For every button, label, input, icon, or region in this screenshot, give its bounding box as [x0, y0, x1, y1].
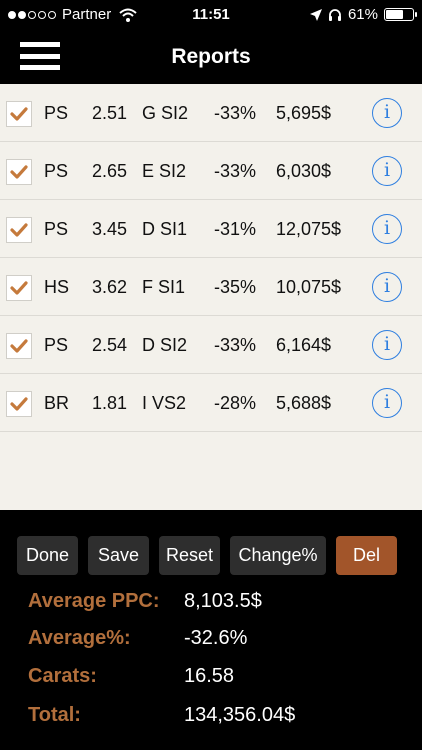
- row-checkbox[interactable]: [6, 217, 32, 243]
- checkmark-icon: [10, 107, 28, 121]
- report-row: PS 3.45 D SI1 -31% 12,075$ i: [0, 200, 422, 258]
- report-list: PS 2.51 G SI2 -33% 5,695$ i PS 2.65 E SI…: [0, 84, 422, 510]
- row-checkbox[interactable]: [6, 391, 32, 417]
- row-checkbox[interactable]: [6, 101, 32, 127]
- checkmark-icon: [10, 281, 28, 295]
- checkmark-icon: [10, 397, 28, 411]
- save-button[interactable]: Save: [88, 536, 149, 575]
- total-value: 134,356.04$: [184, 704, 296, 726]
- grade-cell: G SI2: [142, 103, 189, 123]
- checkmark-icon: [10, 223, 28, 237]
- hamburger-menu-icon[interactable]: [20, 40, 60, 72]
- grade-cell: F SI1: [142, 277, 186, 297]
- checkmark-icon: [10, 165, 28, 179]
- price-cell: 5,688$: [276, 393, 332, 413]
- carat-cell: 2.51: [92, 103, 128, 123]
- done-button[interactable]: Done: [17, 536, 78, 575]
- row-checkbox[interactable]: [6, 159, 32, 185]
- carat-cell: 1.81: [92, 393, 128, 413]
- change-percent-button[interactable]: Change%: [230, 536, 326, 575]
- info-icon[interactable]: i: [372, 214, 402, 244]
- grade-cell: E SI2: [142, 161, 187, 181]
- grade-cell: D SI2: [142, 335, 188, 355]
- carats-label: Carats:: [28, 665, 97, 687]
- price-cell: 5,695$: [276, 103, 332, 123]
- row-checkbox[interactable]: [6, 275, 32, 301]
- percent-cell: -33%: [214, 335, 257, 355]
- price-cell: 10,075$: [276, 277, 342, 297]
- info-icon[interactable]: i: [372, 330, 402, 360]
- carat-cell: 3.45: [92, 219, 128, 239]
- carat-cell: 2.65: [92, 161, 128, 181]
- shape-cell: PS: [44, 335, 69, 355]
- average-percent-value: -32.6%: [184, 627, 248, 649]
- shape-cell: PS: [44, 161, 69, 181]
- row-checkbox[interactable]: [6, 333, 32, 359]
- carats-value: 16.58: [184, 665, 235, 687]
- report-row: BR 1.81 I VS2 -28% 5,688$ i: [0, 374, 422, 432]
- summary-panel: Done Save Reset Change% Del Average PPC:…: [0, 510, 422, 750]
- average-percent-label: Average%:: [28, 627, 131, 649]
- percent-cell: -28%: [214, 393, 257, 413]
- total-label: Total:: [28, 704, 81, 726]
- shape-cell: PS: [44, 103, 69, 123]
- checkmark-icon: [10, 339, 28, 353]
- shape-cell: BR: [44, 393, 70, 413]
- info-icon[interactable]: i: [372, 272, 402, 302]
- price-cell: 12,075$: [276, 219, 342, 239]
- report-row: PS 2.54 D SI2 -33% 6,164$ i: [0, 316, 422, 374]
- grade-cell: I VS2: [142, 393, 187, 413]
- carat-cell: 3.62: [92, 277, 128, 297]
- headphones-icon: [328, 8, 341, 21]
- average-ppc-value: 8,103.5$: [184, 590, 262, 612]
- percent-cell: -33%: [214, 103, 257, 123]
- report-row: PS 2.51 G SI2 -33% 5,695$ i: [0, 84, 422, 142]
- report-row: HS 3.62 F SI1 -35% 10,075$ i: [0, 258, 422, 316]
- battery-percent: 61%: [347, 6, 378, 23]
- status-bar: Partner 11:51 61%: [0, 0, 422, 30]
- percent-cell: -33%: [214, 161, 257, 181]
- status-right: 61%: [309, 6, 417, 23]
- nav-bar: Reports: [0, 30, 422, 84]
- carat-cell: 2.54: [92, 335, 128, 355]
- report-row: PS 2.65 E SI2 -33% 6,030$ i: [0, 142, 422, 200]
- shape-cell: PS: [44, 219, 69, 239]
- grade-cell: D SI1: [142, 219, 188, 239]
- delete-button[interactable]: Del: [336, 536, 397, 575]
- shape-cell: HS: [44, 277, 70, 297]
- info-icon[interactable]: i: [372, 156, 402, 186]
- battery-icon: [384, 8, 417, 21]
- percent-cell: -31%: [214, 219, 257, 239]
- percent-cell: -35%: [214, 277, 257, 297]
- info-icon[interactable]: i: [372, 98, 402, 128]
- price-cell: 6,164$: [276, 335, 332, 355]
- average-ppc-label: Average PPC:: [28, 590, 160, 612]
- price-cell: 6,030$: [276, 161, 332, 181]
- reset-button[interactable]: Reset: [159, 536, 220, 575]
- page-title: Reports: [171, 45, 251, 68]
- location-arrow-icon: [309, 8, 322, 21]
- info-icon[interactable]: i: [372, 388, 402, 418]
